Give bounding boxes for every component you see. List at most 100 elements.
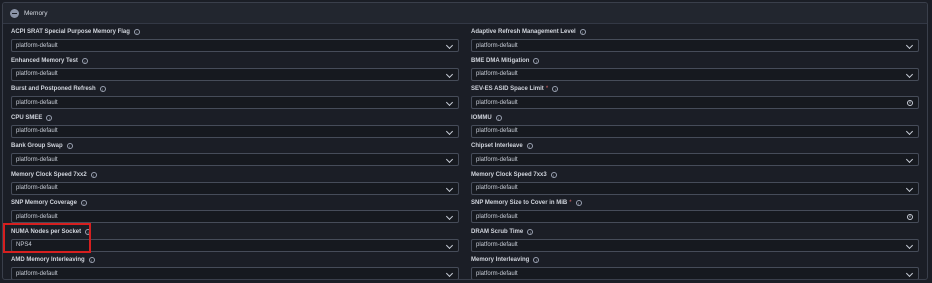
- memory-clock-speed-7xx2-select[interactable]: platform-default: [11, 181, 459, 195]
- memory-interleaving-select[interactable]: platform-default: [471, 267, 919, 279]
- field-label: CPU SMEE: [11, 114, 43, 121]
- select-value: platform-default: [476, 156, 518, 163]
- chevron-down-icon[interactable]: [445, 212, 454, 221]
- field-label-row: IOMMU i: [471, 113, 919, 123]
- info-circle-icon[interactable]: i: [533, 57, 540, 64]
- info-circle-icon[interactable]: i: [495, 114, 502, 121]
- cpu-smee-select[interactable]: platform-default: [11, 124, 459, 138]
- field-label-row: NUMA Nodes per Socket i: [11, 227, 459, 237]
- info-circle-icon[interactable]: i: [85, 228, 92, 235]
- memory-clock-speed-7xx3-select[interactable]: platform-default: [471, 181, 919, 195]
- clear-circle-icon[interactable]: ×: [907, 99, 913, 106]
- info-circle-icon[interactable]: i: [552, 86, 559, 92]
- select-value: platform-default: [16, 213, 58, 220]
- info-circle-icon[interactable]: i: [80, 200, 87, 206]
- info-circle-icon[interactable]: i: [527, 228, 534, 235]
- select-value: platform-default: [476, 185, 518, 191]
- field-snp-memory-coverage: SNP Memory Coverage i platform-default: [11, 198, 459, 224]
- chevron-down-icon[interactable]: [905, 155, 914, 164]
- minus-circle-icon[interactable]: [10, 8, 19, 18]
- chevron-down-icon[interactable]: [445, 269, 454, 278]
- field-label: Bank Group Swap: [11, 143, 63, 149]
- chevron-down-icon[interactable]: [445, 70, 454, 78]
- chipset-interleave-select[interactable]: platform-default: [471, 153, 919, 166]
- sev-es-asid-space-limit-select[interactable]: platform-default ×: [471, 96, 919, 109]
- field-label-row: SNP Memory Coverage i: [11, 198, 459, 208]
- bme-dma-mitigation-select[interactable]: platform-default: [471, 67, 919, 81]
- info-circle-icon[interactable]: i: [88, 257, 95, 263]
- field-label-row: Chipset Interleave i: [471, 141, 919, 151]
- info-circle-icon[interactable]: i: [526, 143, 533, 149]
- bank-group-swap-select[interactable]: platform-default: [11, 153, 459, 166]
- iommu-select[interactable]: platform-default: [471, 124, 919, 138]
- chevron-down-icon[interactable]: [445, 155, 454, 164]
- memory-section-header[interactable]: Memory: [3, 3, 927, 24]
- chevron-down-icon[interactable]: [445, 127, 454, 135]
- required-asterisk: *: [569, 200, 572, 206]
- field-enhanced-memory-test: Enhanced Memory Test i platform-default: [11, 56, 459, 82]
- field-label: BME DMA Mitigation: [471, 57, 530, 64]
- acpi-srat-special-purpose-memory-flag-select[interactable]: platform-default: [11, 39, 459, 52]
- select-value: platform-default: [16, 42, 58, 49]
- select-value: platform-default: [476, 99, 518, 106]
- adaptive-refresh-management-level-select[interactable]: platform-default: [471, 39, 919, 52]
- select-value: platform-default: [16, 270, 58, 277]
- info-circle-icon[interactable]: i: [533, 257, 540, 263]
- info-circle-icon[interactable]: i: [550, 171, 557, 178]
- info-circle-icon[interactable]: i: [99, 86, 106, 92]
- field-label-row: Adaptive Refresh Management Level i: [471, 27, 919, 37]
- info-circle-icon[interactable]: i: [579, 29, 586, 35]
- field-label-row: SNP Memory Size to Cover in MiB * i: [471, 198, 919, 208]
- info-circle-icon[interactable]: i: [575, 200, 582, 206]
- field-label-row: SEV-ES ASID Space Limit * i: [471, 84, 919, 94]
- info-circle-icon[interactable]: i: [81, 57, 88, 64]
- chevron-down-icon[interactable]: [445, 98, 454, 107]
- snp-memory-size-to-cover-in-mib-select[interactable]: platform-default ×: [471, 210, 919, 223]
- chevron-down-icon[interactable]: [905, 41, 914, 50]
- field-label-row: Bank Group Swap i: [11, 141, 459, 151]
- select-value: platform-default: [16, 128, 58, 134]
- select-value: platform-default: [16, 156, 58, 163]
- chevron-down-icon[interactable]: [445, 41, 454, 50]
- memory-panel: Memory ACPI SRAT Special Purpose Memory …: [2, 2, 928, 280]
- field-label: SNP Memory Size to Cover in MiB: [471, 200, 568, 206]
- enhanced-memory-test-select[interactable]: platform-default: [11, 67, 459, 81]
- field-snp-memory-size-to-cover-in-mib: SNP Memory Size to Cover in MiB * i platfor…: [471, 198, 919, 224]
- field-memory-clock-speed-7xx2: Memory Clock Speed 7xx2 i platform-default: [11, 170, 459, 196]
- field-label: Memory Clock Speed 7xx2: [11, 171, 87, 178]
- info-circle-icon[interactable]: i: [66, 143, 73, 149]
- snp-memory-coverage-select[interactable]: platform-default: [11, 210, 459, 223]
- select-value: platform-default: [476, 71, 518, 77]
- section-title: Memory: [24, 9, 48, 17]
- field-label: Adaptive Refresh Management Level: [471, 29, 576, 35]
- chevron-down-icon[interactable]: [905, 241, 914, 249]
- chevron-down-icon[interactable]: [905, 127, 914, 135]
- field-amd-memory-interleaving: AMD Memory Interleaving i platform-default: [11, 255, 459, 279]
- dram-scrub-time-select[interactable]: platform-default: [471, 238, 919, 252]
- chevron-down-icon[interactable]: [905, 70, 914, 78]
- field-label-row: ACPI SRAT Special Purpose Memory Flag i: [11, 27, 459, 37]
- info-circle-icon[interactable]: i: [46, 114, 53, 121]
- info-circle-icon[interactable]: i: [133, 29, 140, 35]
- field-label-row: Burst and Postponed Refresh i: [11, 84, 459, 94]
- field-label: ACPI SRAT Special Purpose Memory Flag: [11, 29, 130, 35]
- field-label: AMD Memory Interleaving: [11, 257, 85, 263]
- field-memory-interleaving: Memory Interleaving i platform-default: [471, 255, 919, 279]
- field-numa-nodes-per-socket: NUMA Nodes per Socket i NPS4: [11, 227, 459, 253]
- clear-circle-icon[interactable]: ×: [907, 213, 913, 220]
- field-cpu-smee: CPU SMEE i platform-default: [11, 113, 459, 139]
- field-label: Chipset Interleave: [471, 143, 523, 149]
- field-bank-group-swap: Bank Group Swap i platform-default: [11, 141, 459, 167]
- field-label-row: BME DMA Mitigation i: [471, 56, 919, 66]
- amd-memory-interleaving-select[interactable]: platform-default: [11, 267, 459, 279]
- chevron-down-icon[interactable]: [445, 241, 454, 249]
- chevron-down-icon[interactable]: [905, 269, 914, 278]
- field-label-row: Memory Clock Speed 7xx2 i: [11, 170, 459, 180]
- chevron-down-icon[interactable]: [905, 184, 914, 192]
- chevron-down-icon[interactable]: [445, 184, 454, 192]
- numa-nodes-per-socket-select[interactable]: NPS4: [11, 238, 459, 252]
- field-label-row: Memory Clock Speed 7xx3 i: [471, 170, 919, 180]
- info-circle-icon[interactable]: i: [90, 171, 97, 178]
- burst-and-postponed-refresh-select[interactable]: platform-default: [11, 96, 459, 109]
- field-label: DRAM Scrub Time: [471, 228, 524, 235]
